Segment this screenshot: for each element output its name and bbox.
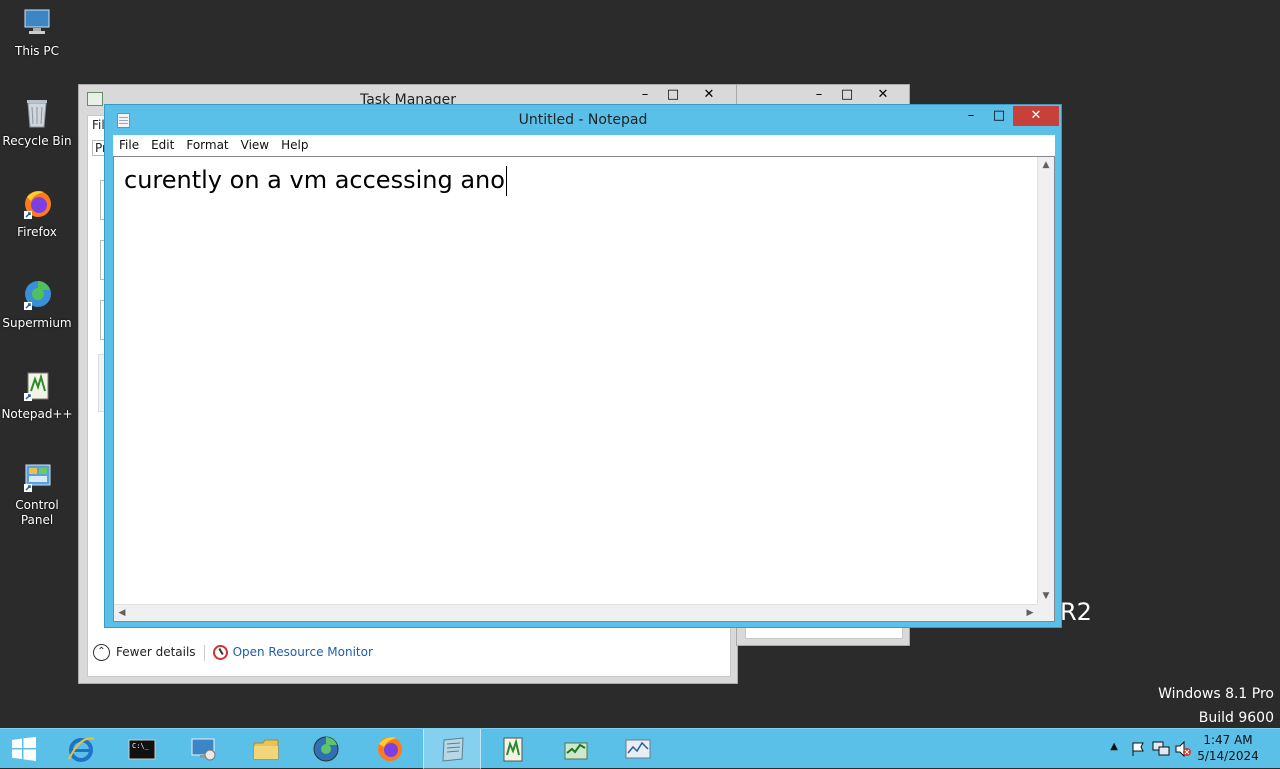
notepad-title: Untitled - Notepad — [518, 112, 648, 128]
task-manager-maximize-button[interactable]: □ — [659, 85, 687, 105]
scroll-right-arrow-icon[interactable]: ▶ — [1022, 605, 1038, 621]
background-window-maximize-button[interactable]: □ — [833, 85, 861, 105]
task-manager-menu-file[interactable]: Fil — [92, 118, 105, 132]
internet-explorer-icon — [68, 737, 95, 762]
desktop-icon-control-panel[interactable]: Control Panel — [0, 460, 74, 528]
desktop-icon-label: Control Panel — [15, 498, 59, 527]
notepad-text: curently on a vm accessing ano — [124, 166, 505, 194]
background-window-minimize-button[interactable]: – — [805, 85, 833, 105]
notepad-close-button[interactable]: ✕ — [1013, 106, 1059, 126]
task-manager-icon — [564, 742, 588, 760]
task-manager-footer: ⌃ Fewer details Open Resource Monitor — [93, 641, 713, 663]
desktop-icon-label: Recycle Bin — [2, 134, 72, 148]
menu-view[interactable]: View — [235, 135, 275, 156]
control-panel-icon — [20, 460, 54, 494]
taskbar-notepad-plus-plus[interactable] — [484, 729, 542, 769]
desktop-icon-label: Notepad++ — [1, 407, 73, 421]
notepad-content: curently on a vm accessing ano — [124, 163, 507, 197]
recycle-bin-icon — [20, 96, 54, 130]
menu-format[interactable]: Format — [180, 135, 234, 156]
taskbar-supermium[interactable] — [297, 729, 355, 769]
supermium-icon — [20, 278, 54, 312]
notepad-text-area[interactable]: curently on a vm accessing ano ▲ ▼ ◀ ▶ — [113, 156, 1055, 622]
desktop-icon-label: Supermium — [2, 316, 72, 330]
firefox-icon — [378, 737, 402, 761]
horizontal-scrollbar[interactable]: ◀ ▶ — [114, 604, 1038, 621]
taskbar-internet-explorer[interactable] — [52, 729, 110, 769]
resize-grip-icon[interactable] — [1037, 604, 1054, 621]
scroll-left-arrow-icon[interactable]: ◀ — [114, 605, 130, 621]
supermium-icon — [313, 736, 339, 762]
vertical-scrollbar[interactable]: ▲ ▼ — [1037, 157, 1054, 604]
notepad-maximize-button[interactable]: □ — [985, 106, 1013, 126]
menu-edit[interactable]: Edit — [145, 135, 180, 156]
windows-version-watermark: Windows 8.1 Pro Build 9600 — [1158, 682, 1274, 730]
action-center-flag-icon[interactable] — [1130, 741, 1146, 757]
windows-logo-icon — [12, 737, 36, 761]
taskbar-command-prompt[interactable]: C:\_ — [113, 729, 171, 769]
resource-monitor-icon — [212, 645, 228, 660]
desktop-icon-label: Firefox — [17, 225, 57, 239]
desktop-icon-supermium[interactable]: Supermium — [0, 278, 74, 331]
desktop-icon-firefox[interactable]: Firefox — [0, 187, 74, 240]
task-manager-close-button[interactable]: ✕ — [689, 85, 729, 105]
start-button[interactable] — [0, 729, 50, 769]
desktop-icon-label: This PC — [15, 44, 59, 58]
desktop-icon-recycle-bin[interactable]: Recycle Bin — [0, 96, 74, 149]
desktop-icon-notepad-plus-plus[interactable]: Notepad++ — [0, 369, 74, 422]
svg-text:C:\_: C:\_ — [132, 742, 150, 750]
taskbar-performance-monitor[interactable] — [609, 729, 667, 769]
performance-monitor-icon — [625, 739, 651, 759]
network-icon[interactable] — [1152, 741, 1170, 757]
desktop-icon-this-pc[interactable]: This PC — [0, 6, 74, 59]
folder-icon — [253, 739, 279, 760]
text-caret — [505, 166, 507, 196]
footer-separator — [203, 644, 205, 661]
notepad-plus-plus-icon — [20, 369, 54, 403]
clock-date: 5/14/2024 — [1197, 749, 1259, 763]
firefox-icon — [20, 187, 54, 221]
menu-help[interactable]: Help — [275, 135, 314, 156]
os-name: Windows 8.1 Pro — [1158, 686, 1274, 702]
clock-time: 1:47 AM — [1203, 733, 1253, 747]
notepad-plus-plus-icon — [503, 737, 523, 762]
task-manager-minimize-button[interactable]: – — [631, 85, 659, 105]
open-resource-monitor-link[interactable]: Open Resource Monitor — [233, 645, 373, 659]
fewer-details-link[interactable]: Fewer details — [116, 645, 196, 659]
notepad-icon — [442, 737, 464, 762]
remote-desktop-icon — [191, 738, 216, 761]
clock[interactable]: 1:47 AM 5/14/2024 — [1196, 732, 1260, 764]
chevron-up-icon[interactable]: ⌃ — [93, 644, 110, 661]
scroll-up-arrow-icon[interactable]: ▲ — [1038, 157, 1054, 173]
taskbar: C:\_ ▲ 1:47 AM 5/14/2024 — [0, 728, 1280, 769]
taskbar-task-manager[interactable] — [547, 729, 605, 769]
this-pc-icon — [20, 6, 54, 40]
background-window-close-button[interactable]: ✕ — [863, 85, 903, 105]
show-hidden-icons-icon[interactable]: ▲ — [1110, 741, 1118, 752]
taskbar-remote-desktop[interactable] — [175, 729, 233, 769]
notepad-window[interactable]: Untitled - Notepad – □ ✕ File Edit Format V… — [104, 104, 1062, 628]
command-prompt-icon: C:\_ — [128, 739, 156, 760]
desktop: This PC Recycle Bin Firefox Supermium No… — [0, 0, 1280, 728]
taskbar-firefox[interactable] — [361, 729, 419, 769]
menu-file[interactable]: File — [113, 135, 145, 156]
os-build: Build 9600 — [1198, 710, 1274, 726]
volume-muted-icon[interactable] — [1174, 741, 1192, 757]
taskbar-notepad[interactable] — [423, 729, 481, 769]
desktop-watermark-fragment: R2 — [1060, 598, 1092, 626]
notepad-minimize-button[interactable]: – — [957, 106, 985, 126]
taskbar-file-explorer[interactable] — [237, 729, 295, 769]
notepad-menubar: File Edit Format View Help — [113, 135, 1055, 156]
scroll-down-arrow-icon[interactable]: ▼ — [1038, 588, 1054, 604]
